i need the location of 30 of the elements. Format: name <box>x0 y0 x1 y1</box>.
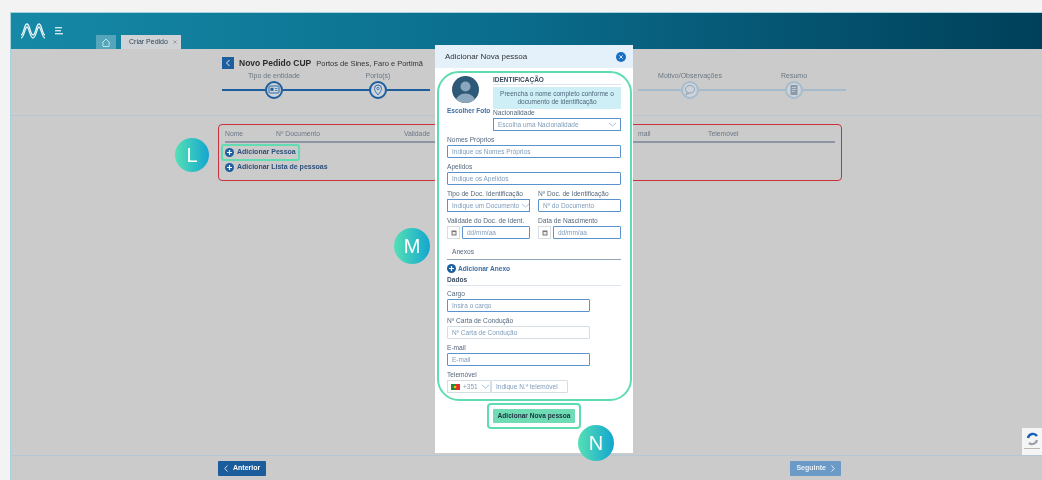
chevron-right-icon <box>831 464 835 472</box>
home-icon <box>101 37 111 47</box>
chevron-icon <box>480 384 490 389</box>
plus-icon <box>225 148 234 158</box>
id-card-icon <box>268 84 280 96</box>
flag-icon <box>451 383 460 390</box>
calendar-button[interactable] <box>447 226 460 239</box>
home-tab[interactable] <box>96 35 116 49</box>
back-button[interactable] <box>222 57 234 69</box>
plus-icon <box>225 163 234 173</box>
document-icon <box>788 84 800 96</box>
step-indicator[interactable] <box>785 81 803 99</box>
captcha-icon <box>1022 428 1042 455</box>
chevron-left-icon <box>225 59 231 67</box>
avatar-icon <box>452 76 479 103</box>
close-icon[interactable] <box>616 51 626 62</box>
calendar-icon <box>450 229 457 236</box>
calendar-button[interactable] <box>538 226 551 239</box>
chevron-icon <box>521 203 531 208</box>
location-pin-icon <box>372 84 384 96</box>
chevron-left-icon <box>224 464 228 472</box>
modal-title: Adicionar Nova pessoa <box>445 51 528 62</box>
chevron-icon <box>608 122 617 127</box>
logo-icon <box>20 21 64 39</box>
step-indicator[interactable] <box>265 81 283 99</box>
calendar-icon <box>541 229 548 236</box>
speech-bubble-icon <box>684 84 696 96</box>
page-title: Novo Pedido CUP <box>239 57 312 69</box>
plus-icon <box>447 264 456 273</box>
step-indicator[interactable] <box>369 81 387 99</box>
